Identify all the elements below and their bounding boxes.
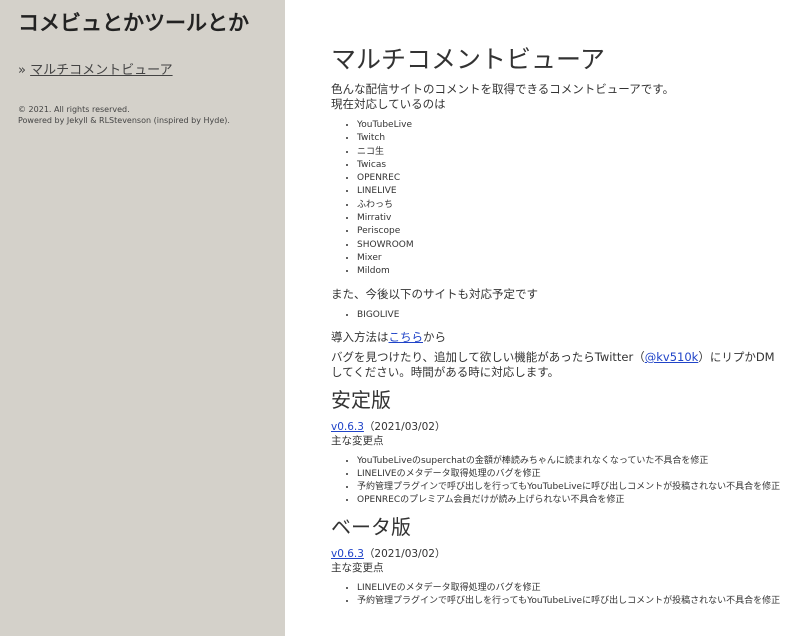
stable-version-line: v0.6.3（2021/03/02） (331, 420, 786, 434)
list-item: Mirrativ (357, 212, 786, 225)
stable-changes-list: YouTubeLiveのsuperchatの金額が棒読みちゃんに読まれなくなって… (331, 455, 786, 507)
list-item: ニコ生 (357, 146, 786, 159)
list-item: Periscope (357, 225, 786, 238)
list-item: LINELIVEのメタデータ取得処理のバグを修正 (357, 468, 786, 481)
supported-intro-text: 現在対応しているのは (331, 97, 446, 111)
stable-date: （2021/03/02） (363, 420, 446, 433)
stable-version-link[interactable]: v0.6.3 (331, 421, 364, 433)
list-item: ふわっち (357, 199, 786, 212)
sidebar-nav: » マルチコメントビューア (18, 59, 267, 78)
list-item: 予約管理プラグインで呼び出しを行ってもYouTubeLiveに呼び出しコメントが… (357, 595, 786, 608)
beta-version-link[interactable]: v0.6.3 (331, 548, 364, 560)
supported-sites-list: YouTubeLive Twitch ニコ生 Twicas OPENREC LI… (331, 119, 786, 279)
beta-date: （2021/03/02） (363, 547, 446, 560)
beta-heading: ベータ版 (331, 514, 411, 539)
list-item: OPENRECのプレミアム会員だけが読み上げられない不具合を修正 (357, 494, 786, 507)
planned-sites-list: BIGOLIVE (331, 309, 786, 322)
install-prefix: 導入方法は (331, 329, 389, 344)
beta-version-line: v0.6.3（2021/03/02） (331, 547, 786, 561)
sidebar: コメビュとかツールとか » マルチコメントビューア © 2021. All ri… (0, 0, 285, 636)
copyright-text: © 2021. All rights reserved. (18, 105, 130, 114)
list-item: OPENREC (357, 172, 786, 185)
nav-prefix: » (18, 63, 26, 78)
sidebar-footer: © 2021. All rights reserved. Powered by … (18, 104, 267, 126)
twitter-link[interactable]: @kv510k (645, 350, 699, 364)
planned-intro-text: また、今後以下のサイトも対応予定です (331, 286, 538, 301)
bug-report-text: バグを見つけたり、追加して欲しい機能があったらTwitter（@kv510k）に… (331, 350, 786, 380)
main-content: マルチコメントビューア 色んな配信サイトのコメントを取得できるコメントビューアで… (331, 0, 786, 636)
install-text: 導入方法はこちらから (331, 330, 786, 345)
list-item: Twitch (357, 132, 786, 145)
list-item: Mildom (357, 265, 786, 278)
bug-text-start: バグを見つけたり、追加して欲しい機能があったらTwitter（ (331, 349, 645, 364)
list-item: LINELIVE (357, 185, 786, 198)
list-item: Mixer (357, 252, 786, 265)
list-item: SHOWROOM (357, 239, 786, 252)
list-item: 予約管理プラグインで呼び出しを行ってもYouTubeLiveに呼び出しコメントが… (357, 481, 786, 494)
list-item: BIGOLIVE (357, 309, 786, 322)
list-item: Twicas (357, 159, 786, 172)
beta-changes-list: LINELIVEのメタデータ取得処理のバグを修正 予約管理プラグインで呼び出しを… (331, 582, 786, 608)
nav-link-multi-comment-viewer[interactable]: マルチコメントビューア (30, 63, 172, 78)
list-item: YouTubeLive (357, 119, 786, 132)
install-suffix: から (423, 329, 446, 344)
list-item: YouTubeLiveのsuperchatの金額が棒読みちゃんに読まれなくなって… (357, 455, 786, 468)
powered-by-text: Powered by Jekyll & RLStevenson (inspire… (18, 116, 230, 125)
list-item: LINELIVEのメタデータ取得処理のバグを修正 (357, 582, 786, 595)
site-title: コメビュとかツールとか (18, 11, 249, 35)
beta-changes-label: 主な変更点 (331, 561, 384, 574)
intro-text: 色んな配信サイトのコメントを取得できるコメントビューアです。 (331, 82, 675, 96)
install-link[interactable]: こちら (389, 330, 424, 344)
stable-changes-label: 主な変更点 (331, 434, 384, 447)
stable-heading: 安定版 (331, 387, 391, 412)
page-title: マルチコメントビューア (331, 45, 606, 74)
